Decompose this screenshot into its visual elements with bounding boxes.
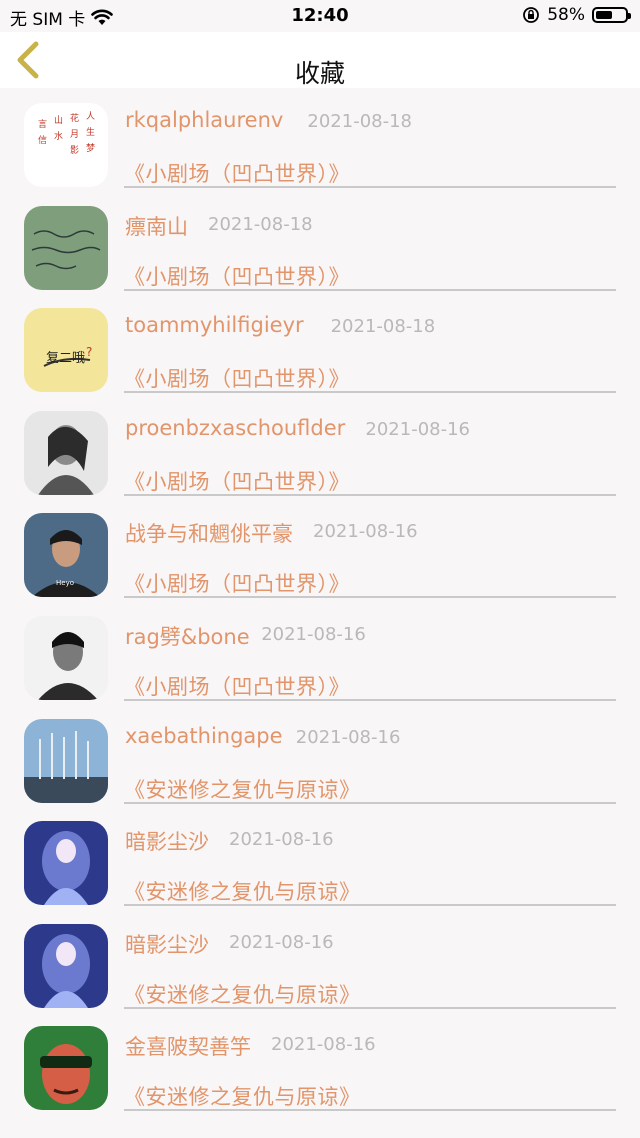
svg-text:生: 生 (86, 126, 95, 138)
favorite-row[interactable]: rag劈&bone 2021-08-16 《小剧场（凹凸世界）》 (0, 601, 640, 704)
avatar-image: 言信山水花月人生梦影 (24, 103, 108, 187)
favorite-row[interactable]: 金喜陂契善竽 2021-08-16 《安迷修之复仇与原谅》 (0, 1011, 640, 1114)
avatar-image (24, 205, 108, 290)
svg-text:花: 花 (70, 112, 79, 124)
row-divider (124, 288, 616, 291)
status-bar: 无 SIM 卡 12:40 58% (0, 0, 640, 32)
favorite-date: 2021-08-16 (261, 623, 366, 645)
battery-percent: 58% (547, 5, 585, 25)
favorite-date: 2021-08-18 (208, 213, 313, 235)
favorite-row[interactable]: xaebathingape 2021-08-16 《安迷修之复仇与原谅》 (0, 704, 640, 807)
user-name[interactable]: 战争与和魍佻平豪 (125, 518, 293, 548)
page-title: 收藏 (294, 59, 345, 88)
user-name[interactable]: proenbzxaschouflder (125, 416, 345, 440)
favorite-row[interactable]: 暗影尘沙 2021-08-16 《安迷修之复仇与原谅》 (0, 909, 640, 1012)
favorite-date: 2021-08-16 (229, 829, 334, 851)
work-title[interactable]: 《小剧场（凹凸世界）》 (124, 158, 350, 188)
orientation-lock-icon (523, 7, 540, 23)
svg-text:言: 言 (38, 118, 47, 130)
svg-text:Heyo: Heyo (56, 579, 74, 587)
favorite-row[interactable]: 言信山水花月人生梦影 rkqalphlaurenv 2021-08-18 《小剧… (0, 88, 640, 191)
favorite-row[interactable]: proenbzxaschouflder 2021-08-16 《小剧场（凹凸世界… (0, 396, 640, 499)
favorite-date: 2021-08-16 (313, 521, 418, 543)
work-title[interactable]: 《安迷修之复仇与原谅》 (124, 979, 361, 1009)
user-avatar[interactable]: 言信山水花月人生梦影 (24, 103, 108, 187)
favorite-row[interactable]: 复二哦? toammyhilfigieyr 2021-08-18 《小剧场（凹凸… (0, 293, 640, 396)
row-divider (124, 904, 616, 907)
work-title[interactable]: 《安迷修之复仇与原谅》 (124, 1081, 361, 1111)
avatar-image (24, 615, 108, 700)
user-name[interactable]: 瘭南山 (125, 211, 188, 241)
row-divider (124, 186, 616, 188)
svg-text:影: 影 (70, 145, 79, 156)
svg-text:信: 信 (38, 134, 47, 146)
row-divider (124, 391, 616, 394)
user-name[interactable]: 金喜陂契善竽 (125, 1031, 251, 1061)
work-title[interactable]: 《小剧场（凹凸世界）》 (124, 261, 350, 291)
user-name[interactable]: rag劈&bone (125, 621, 250, 651)
battery-icon (592, 7, 631, 23)
row-divider (124, 698, 616, 701)
work-title[interactable]: 《安迷修之复仇与原谅》 (124, 774, 361, 804)
favorite-row[interactable]: 瘭南山 2021-08-18 《小剧场（凹凸世界）》 (0, 191, 640, 294)
avatar-image: 复二哦? (24, 308, 108, 393)
user-name[interactable]: xaebathingape (125, 724, 283, 748)
favorite-date: 2021-08-18 (307, 111, 412, 132)
user-name[interactable]: 暗影尘沙 (125, 826, 209, 856)
favorite-date: 2021-08-16 (365, 418, 470, 440)
svg-text:水: 水 (54, 130, 63, 142)
user-avatar[interactable] (24, 615, 108, 700)
favorite-row[interactable]: Heyo 战争与和魍佻平豪 2021-08-16 《小剧场（凹凸世界）》 (0, 498, 640, 601)
favorites-list: 言信山水花月人生梦影 rkqalphlaurenv 2021-08-18 《小剧… (0, 88, 640, 1114)
favorite-row[interactable]: 暗影尘沙 2021-08-16 《安迷修之复仇与原谅》 (0, 806, 640, 909)
row-divider (124, 1109, 616, 1112)
favorite-date: 2021-08-18 (330, 316, 436, 338)
favorite-date: 2021-08-16 (295, 726, 401, 748)
row-divider (124, 1006, 616, 1009)
svg-text:?: ? (86, 345, 92, 359)
user-avatar[interactable] (24, 821, 108, 906)
svg-text:月: 月 (70, 129, 79, 140)
avatar-image: Heyo (24, 513, 108, 598)
favorite-date: 2021-08-16 (229, 931, 334, 953)
nav-bar: 收藏 (0, 32, 640, 88)
user-name[interactable]: toammyhilfigieyr (125, 313, 304, 337)
user-avatar[interactable] (24, 1026, 108, 1111)
row-divider (124, 596, 616, 599)
avatar-image (24, 718, 108, 803)
work-title[interactable]: 《小剧场（凹凸世界）》 (124, 363, 350, 393)
work-title[interactable]: 《小剧场（凹凸世界）》 (124, 568, 350, 598)
row-divider (124, 801, 616, 804)
avatar-image (24, 923, 108, 1008)
user-avatar[interactable] (24, 205, 108, 290)
user-avatar[interactable] (24, 923, 108, 1008)
user-avatar[interactable] (24, 718, 108, 803)
user-avatar[interactable]: Heyo (24, 513, 108, 598)
row-divider (124, 493, 616, 496)
battery-fill (596, 11, 613, 19)
svg-text:山: 山 (54, 115, 63, 126)
work-title[interactable]: 《安迷修之复仇与原谅》 (124, 876, 361, 906)
user-avatar[interactable]: 复二哦? (24, 308, 108, 393)
status-right: 58% (522, 5, 631, 25)
favorite-date: 2021-08-16 (271, 1034, 376, 1056)
svg-text:梦: 梦 (86, 143, 95, 154)
avatar-image (24, 821, 108, 906)
user-avatar[interactable] (24, 410, 108, 495)
avatar-image (24, 410, 108, 495)
work-title[interactable]: 《小剧场（凹凸世界）》 (124, 466, 350, 496)
work-title[interactable]: 《小剧场（凹凸世界）》 (124, 671, 350, 701)
user-name[interactable]: rkqalphlaurenv (125, 108, 283, 132)
svg-text:人: 人 (86, 111, 95, 122)
user-name[interactable]: 暗影尘沙 (125, 929, 209, 959)
svg-text:复二哦: 复二哦 (46, 351, 85, 366)
avatar-image (24, 1026, 108, 1111)
